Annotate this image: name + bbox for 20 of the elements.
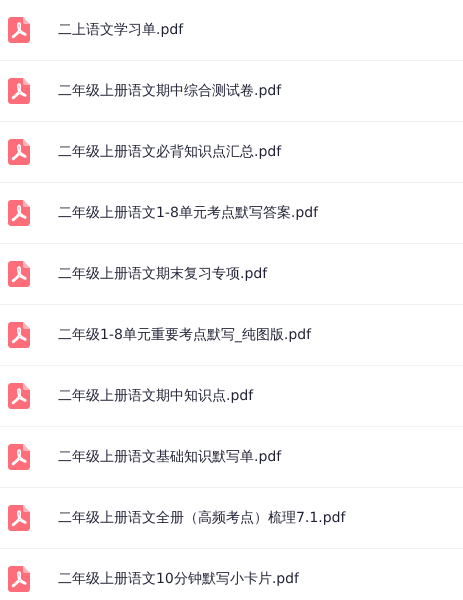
pdf-file-icon	[8, 566, 30, 592]
file-name[interactable]: 二年级上册语文必背知识点汇总.pdf	[58, 142, 282, 162]
file-name[interactable]: 二年级1-8单元重要考点默写_纯图版.pdf	[58, 324, 312, 346]
file-name[interactable]: 二上语文学习单.pdf	[58, 20, 184, 40]
file-name[interactable]: 二年级上册语文期末复习专项.pdf	[58, 264, 268, 284]
pdf-file-icon	[8, 78, 30, 104]
pdf-file-icon	[8, 505, 30, 531]
pdf-file-icon	[8, 200, 30, 226]
pdf-file-icon	[8, 261, 30, 287]
file-name[interactable]: 二年级上册语文期中综合测试卷.pdf	[58, 80, 282, 102]
pdf-file-icon	[8, 383, 30, 409]
pdf-file-icon	[8, 139, 30, 165]
file-name[interactable]: 二年级上册语文1-8单元考点默写答案.pdf	[58, 202, 318, 224]
file-name[interactable]: 二年级上册语文10分钟默写小卡片.pdf	[58, 568, 299, 590]
file-name[interactable]: 二年级上册语文全册（高频考点）梳理7.1.pdf	[58, 508, 346, 528]
pdf-file-icon	[8, 322, 30, 348]
file-name[interactable]: 二年级上册语文基础知识默写单.pdf	[58, 446, 282, 468]
pdf-file-icon	[8, 17, 30, 43]
pdf-file-icon	[8, 444, 30, 470]
file-name[interactable]: 二年级上册语文期中知识点.pdf	[58, 386, 254, 406]
